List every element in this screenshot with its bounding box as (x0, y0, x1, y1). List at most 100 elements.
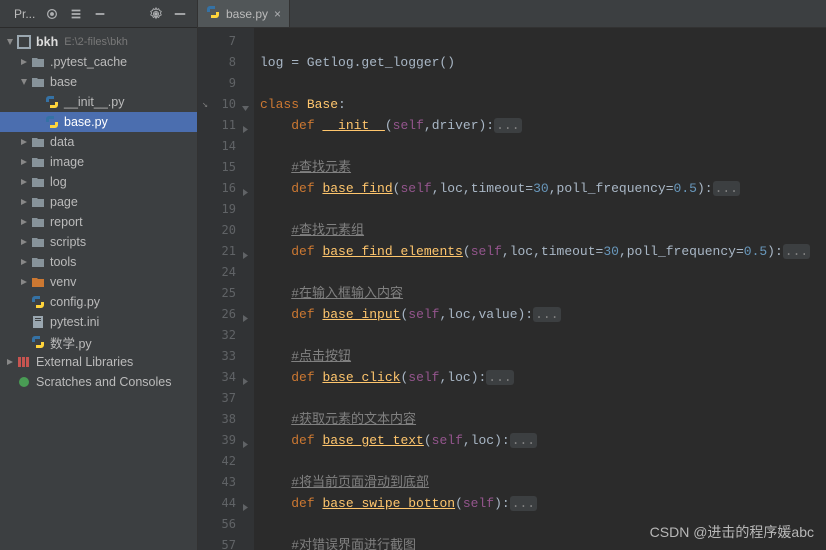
tree-label: image (50, 155, 84, 169)
tree-file[interactable]: __init__.py (0, 92, 197, 112)
line-number: 8 (198, 52, 236, 73)
tree-label: base (50, 75, 77, 89)
fold-icon[interactable] (241, 246, 250, 267)
folder-icon (30, 54, 46, 70)
line-number: 14 (198, 136, 236, 157)
select-target-icon[interactable] (41, 3, 63, 25)
editor-area: base.py × 78910↘111415161920212425263233… (198, 0, 826, 550)
tree-folder[interactable]: data (0, 132, 197, 152)
code-line[interactable]: #点击按钮 (260, 346, 826, 367)
tree-folder[interactable]: page (0, 192, 197, 212)
code-line[interactable] (260, 388, 826, 409)
fold-icon[interactable] (241, 120, 250, 141)
sidebar-toolbar: Pr... (0, 0, 197, 28)
tree-folder[interactable]: .pytest_cache (0, 52, 197, 72)
code-line[interactable]: def __init__(self,driver):... (260, 115, 826, 136)
line-number: 56 (198, 514, 236, 535)
tab-base-py[interactable]: base.py × (198, 0, 290, 27)
code-line[interactable]: #查找元素 (260, 157, 826, 178)
venv-icon (30, 274, 46, 290)
line-number: 24 (198, 262, 236, 283)
line-number: 19 (198, 199, 236, 220)
line-number: 10↘ (198, 94, 236, 115)
tree-file[interactable]: base.py (0, 112, 197, 132)
fold-icon[interactable] (241, 309, 250, 330)
line-number: 44 (198, 493, 236, 514)
code-line[interactable]: def base_find(self,loc,timeout=30,poll_f… (260, 178, 826, 199)
folder-icon (30, 134, 46, 150)
project-tree: bkh E:\2-files\bkh .pytest_cachebase __in… (0, 28, 197, 396)
code-line[interactable] (260, 514, 826, 535)
folder-icon (30, 254, 46, 270)
line-number: 32 (198, 325, 236, 346)
project-tool-label[interactable]: Pr... (6, 7, 39, 21)
external-libraries[interactable]: External Libraries (0, 352, 197, 372)
code-line[interactable]: #获取元素的文本内容 (260, 409, 826, 430)
tree-folder[interactable]: log (0, 172, 197, 192)
tree-folder[interactable]: scripts (0, 232, 197, 252)
ini-icon (30, 314, 46, 330)
line-number: 21 (198, 241, 236, 262)
settings-icon[interactable] (145, 3, 167, 25)
code-line[interactable]: def base_click(self,loc):... (260, 367, 826, 388)
tree-folder[interactable]: venv (0, 272, 197, 292)
line-number: 39 (198, 430, 236, 451)
line-number: 34 (198, 367, 236, 388)
py-icon (44, 94, 60, 110)
tree-label: report (50, 215, 83, 229)
tree-file[interactable]: 数学.py (0, 332, 197, 352)
py-icon (44, 114, 60, 130)
line-number: 25 (198, 283, 236, 304)
line-number: 43 (198, 472, 236, 493)
library-icon (16, 354, 32, 370)
line-number: 38 (198, 409, 236, 430)
code-line[interactable] (260, 262, 826, 283)
code-line[interactable]: #查找元素组 (260, 220, 826, 241)
fold-icon[interactable] (241, 435, 250, 456)
code-line[interactable]: def base_swipe_botton(self):... (260, 493, 826, 514)
code-line[interactable] (260, 73, 826, 94)
code-line[interactable] (260, 451, 826, 472)
tree-file[interactable]: config.py (0, 292, 197, 312)
code-line[interactable]: def base_get_text(self,loc):... (260, 430, 826, 451)
line-number: 9 (198, 73, 236, 94)
tree-file[interactable]: pytest.ini (0, 312, 197, 332)
py-icon (30, 294, 46, 310)
tree-folder[interactable]: base (0, 72, 197, 92)
tree-label: config.py (50, 295, 100, 309)
tree-root[interactable]: bkh E:\2-files\bkh (0, 32, 197, 52)
editor-tabs: base.py × (198, 0, 826, 28)
code-line[interactable]: #在输入框输入内容 (260, 283, 826, 304)
tree-folder[interactable]: image (0, 152, 197, 172)
code-line[interactable] (260, 31, 826, 52)
collapse-all-icon[interactable] (89, 3, 111, 25)
code-line[interactable]: log = Getlog.get_logger() (260, 52, 826, 73)
code-line[interactable] (260, 199, 826, 220)
folder-icon (30, 174, 46, 190)
code-editor[interactable]: 78910↘1114151619202124252632333437383942… (198, 28, 826, 550)
line-number: 11 (198, 115, 236, 136)
code-line[interactable]: def base_input(self,loc,value):... (260, 304, 826, 325)
line-number: 20 (198, 220, 236, 241)
code-line[interactable] (260, 136, 826, 157)
tree-folder[interactable]: report (0, 212, 197, 232)
fold-icon[interactable] (241, 183, 250, 204)
folder-icon (30, 234, 46, 250)
project-sidebar: Pr... bkh E:\2-files\bkh .pytest_cacheba… (0, 0, 198, 550)
code-line[interactable]: def base_find_elements(self,loc,timeout=… (260, 241, 826, 262)
hide-icon[interactable] (169, 3, 191, 25)
fold-icon[interactable] (241, 99, 250, 120)
code-content[interactable]: log = Getlog.get_logger() class Base: de… (254, 28, 826, 550)
code-line[interactable]: class Base: (260, 94, 826, 115)
code-line[interactable]: #将当前页面滑动到底部 (260, 472, 826, 493)
expand-all-icon[interactable] (65, 3, 87, 25)
scratches[interactable]: Scratches and Consoles (0, 372, 197, 392)
py-icon (30, 334, 46, 350)
fold-icon[interactable] (241, 498, 250, 519)
fold-icon[interactable] (241, 372, 250, 393)
tree-folder[interactable]: tools (0, 252, 197, 272)
code-line[interactable]: #对错误界面进行截图 (260, 535, 826, 550)
close-icon[interactable]: × (274, 7, 281, 21)
line-number: 15 (198, 157, 236, 178)
code-line[interactable] (260, 325, 826, 346)
